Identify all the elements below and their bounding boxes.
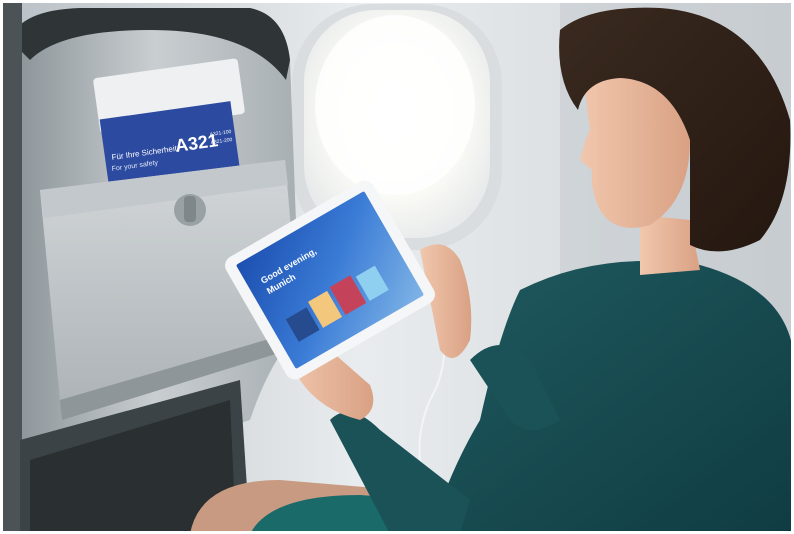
in-flight-photo: Für Ihre Sicherheit For your safety A321… bbox=[0, 0, 794, 534]
